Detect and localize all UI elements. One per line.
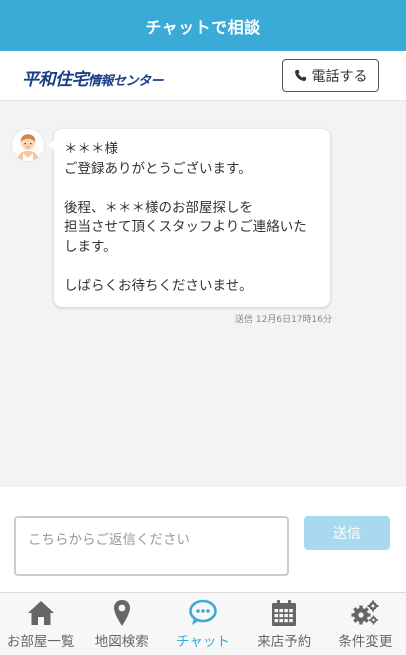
compose-area: 送信 bbox=[0, 487, 406, 592]
tab-map-search-label: 地図検索 bbox=[94, 634, 149, 650]
reply-input[interactable] bbox=[14, 516, 289, 576]
call-button-label: 電話する bbox=[311, 68, 368, 85]
calendar-icon bbox=[272, 600, 297, 626]
gears-icon bbox=[351, 600, 379, 625]
logo-main-text: 平和住宅 bbox=[22, 70, 89, 90]
chat-icon bbox=[189, 599, 217, 625]
logo-sub-text: 情報センター bbox=[88, 74, 164, 89]
tab-visit-reservation-label: 来店予約 bbox=[257, 634, 312, 650]
tab-chat[interactable]: チャット bbox=[162, 593, 243, 655]
send-button[interactable]: 送信 bbox=[304, 516, 390, 550]
home-icon bbox=[27, 601, 54, 625]
company-logo[interactable]: 平和住宅 情報センター bbox=[22, 65, 164, 90]
tab-visit-reservation[interactable]: 来店予約 bbox=[244, 593, 325, 655]
chat-message-area[interactable]: ＊＊＊様 ご登録ありがとうございます。 後程、＊＊＊様のお部屋探しを 担当させて… bbox=[0, 101, 406, 487]
tab-chat-label: チャット bbox=[176, 634, 230, 650]
app-header: チャットで相談 bbox=[0, 0, 406, 51]
page-title: チャットで相談 bbox=[145, 17, 261, 37]
map-pin-icon bbox=[113, 600, 130, 626]
brand-bar: 平和住宅 情報センター 電話する bbox=[0, 51, 406, 101]
staff-avatar-icon bbox=[12, 129, 44, 161]
bottom-tab-bar: お部屋一覧 地図検索 チャット 来店予約 条件変更 bbox=[0, 592, 406, 655]
tab-room-list[interactable]: お部屋一覧 bbox=[0, 593, 81, 655]
tab-change-conditions-label: 条件変更 bbox=[338, 634, 393, 650]
staff-avatar bbox=[12, 129, 44, 161]
tab-change-conditions[interactable]: 条件変更 bbox=[325, 593, 406, 655]
staff-message-bubble: ＊＊＊様 ご登録ありがとうございます。 後程、＊＊＊様のお部屋探しを 担当させて… bbox=[48, 129, 330, 307]
call-button[interactable]: 電話する bbox=[282, 59, 379, 92]
phone-icon bbox=[294, 69, 306, 81]
message-timestamp: 送信 12月6日17時16分 bbox=[235, 315, 332, 325]
tab-map-search[interactable]: 地図検索 bbox=[81, 593, 162, 655]
tab-room-list-label: お部屋一覧 bbox=[6, 634, 75, 650]
